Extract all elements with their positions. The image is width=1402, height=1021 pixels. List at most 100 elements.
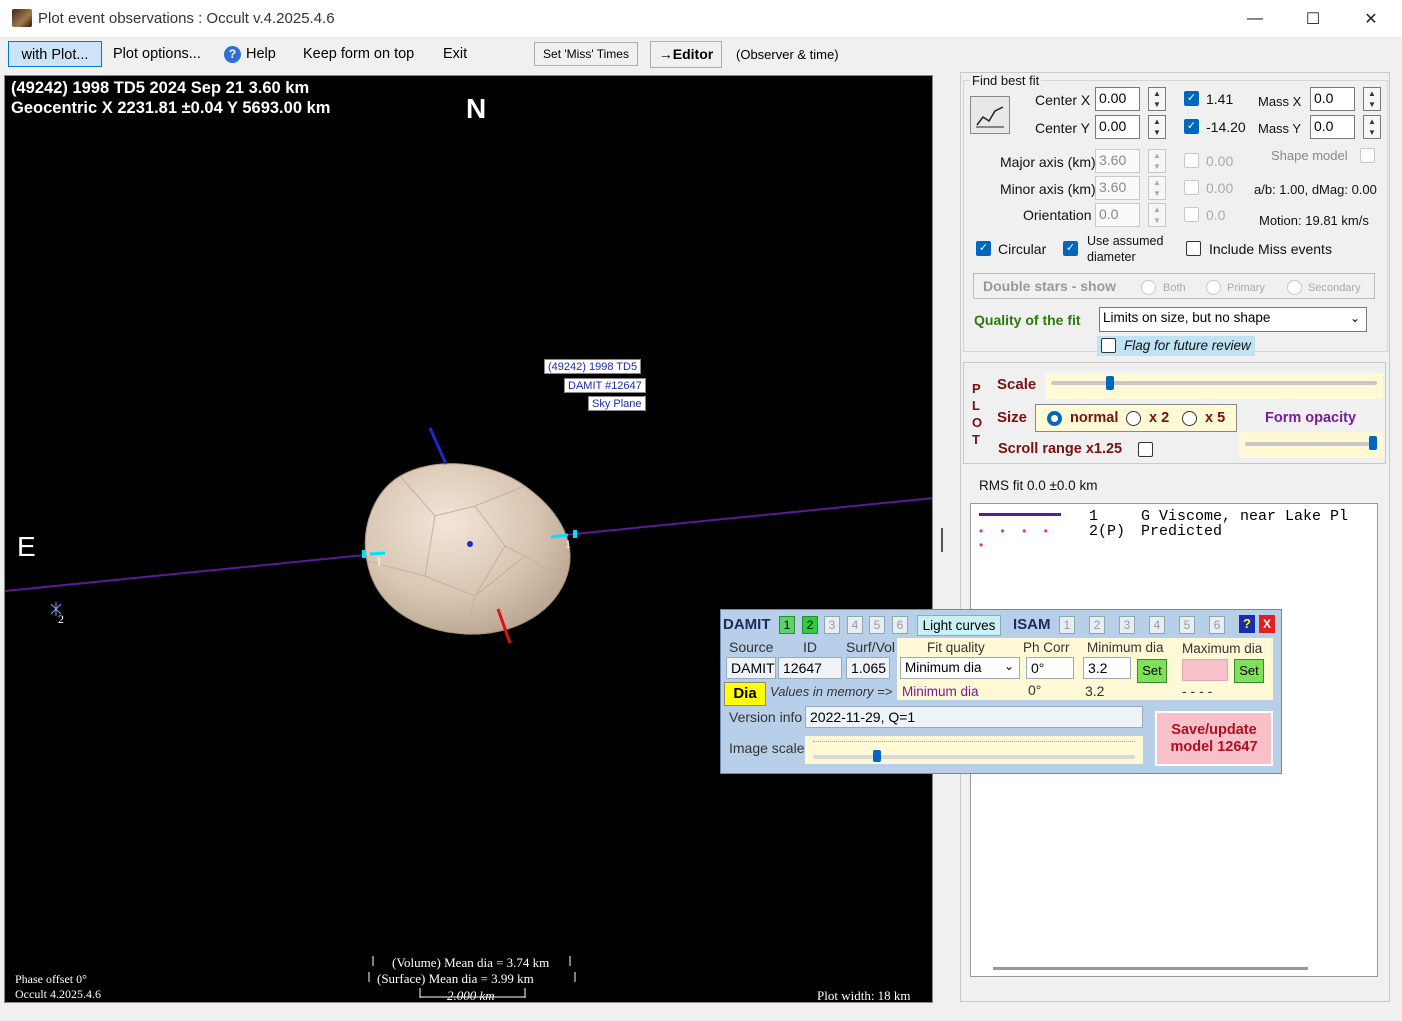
damit-model-2-button[interactable]: 2 bbox=[802, 616, 818, 634]
editor-button[interactable]: →Editor bbox=[650, 41, 722, 68]
damit-model-5-button[interactable]: 5 bbox=[869, 616, 885, 634]
damit-model-6-button[interactable]: 6 bbox=[892, 616, 908, 634]
mass-y-field[interactable]: 0.0 bbox=[1310, 115, 1355, 139]
mass-x-spinner[interactable]: ▲ ▼ bbox=[1363, 87, 1381, 111]
min-dia-header: Minimum dia bbox=[1087, 640, 1164, 655]
mass-y-spinner[interactable]: ▲ ▼ bbox=[1363, 115, 1381, 139]
plot-side-letter-p: P bbox=[972, 381, 981, 396]
min-dia-field[interactable]: 3.2 bbox=[1083, 657, 1131, 679]
secondary-label: Secondary bbox=[1308, 282, 1361, 294]
shape-model-checkbox[interactable] bbox=[1360, 148, 1375, 163]
light-curves-button[interactable]: Light curves bbox=[917, 615, 1001, 636]
orientation-checkbox[interactable] bbox=[1184, 207, 1199, 222]
circular-checkbox[interactable]: ✓ bbox=[976, 241, 991, 256]
scale-slider-thumb[interactable] bbox=[1105, 376, 1114, 390]
menu-exit[interactable]: Exit bbox=[437, 41, 473, 67]
image-scale-thumb[interactable] bbox=[873, 750, 881, 762]
damit-model-4-button[interactable]: 4 bbox=[847, 616, 863, 634]
isam-model-5-button[interactable]: 5 bbox=[1179, 616, 1195, 634]
save-update-model-button[interactable]: Save/update model 12647 bbox=[1155, 711, 1273, 766]
scale-bar-label: 2.000 km bbox=[447, 988, 495, 1003]
set-miss-times-button[interactable]: Set 'Miss' Times bbox=[534, 42, 638, 66]
menu-with-plot[interactable]: with Plot... bbox=[8, 41, 102, 67]
center-x-field[interactable]: 0.00 bbox=[1095, 87, 1140, 111]
plot-side-letter-o: O bbox=[972, 415, 983, 430]
major-axis-field[interactable]: 3.60 bbox=[1095, 149, 1140, 173]
surfvol-field: 1.065 bbox=[846, 657, 890, 679]
isam-model-2-button[interactable]: 2 bbox=[1089, 616, 1105, 634]
phase-offset: Phase offset 0° bbox=[15, 972, 87, 986]
center-y-checkbox[interactable]: ✓ bbox=[1184, 119, 1199, 134]
damit-close-button[interactable]: X bbox=[1259, 615, 1275, 633]
menu-help[interactable]: Help bbox=[240, 41, 282, 67]
secondary-radio[interactable] bbox=[1287, 280, 1302, 295]
size-x5-radio[interactable] bbox=[1182, 411, 1197, 426]
flag-review-checkbox[interactable] bbox=[1101, 338, 1116, 353]
plot-canvas[interactable]: (49242) 1998 TD5 2024 Sep 21 3.60 km Geo… bbox=[4, 75, 933, 1003]
damit-panel: DAMIT 1 2 3 4 5 6 Light curves ISAM 1 2 … bbox=[720, 609, 1282, 774]
orientation-spinner[interactable]: ▲ ▼ bbox=[1148, 203, 1166, 227]
memory-fit-quality: Minimum dia bbox=[902, 684, 979, 699]
quality-select[interactable]: Limits on size, but no shape ⌄ bbox=[1099, 307, 1367, 332]
center-x-fit-value: 1.41 bbox=[1206, 91, 1234, 107]
menu-plot-options[interactable]: Plot options... bbox=[107, 41, 207, 67]
menu-keep-on-top[interactable]: Keep form on top bbox=[297, 41, 420, 67]
isam-model-4-button[interactable]: 4 bbox=[1149, 616, 1165, 634]
major-axis-checkbox[interactable] bbox=[1184, 153, 1199, 168]
image-scale-slider[interactable] bbox=[805, 736, 1143, 764]
min-dia-set-button[interactable]: Set bbox=[1137, 659, 1167, 683]
legend-hscrollbar[interactable] bbox=[993, 967, 1308, 970]
minor-axis-field[interactable]: 3.60 bbox=[1095, 176, 1140, 200]
max-dia-set-button[interactable]: Set bbox=[1234, 659, 1264, 683]
memory-max-dia: - - - - bbox=[1182, 683, 1213, 699]
mass-x-field[interactable]: 0.0 bbox=[1310, 87, 1355, 111]
splitter-handle[interactable] bbox=[941, 528, 943, 552]
center-x-checkbox[interactable]: ✓ bbox=[1184, 91, 1199, 106]
scroll-range-checkbox[interactable] bbox=[1138, 442, 1153, 457]
version-info-field: 2022-11-29, Q=1 bbox=[805, 706, 1143, 728]
observer-time-label[interactable]: (Observer & time) bbox=[736, 47, 839, 62]
include-miss-checkbox[interactable] bbox=[1186, 241, 1201, 256]
maximize-button[interactable]: ☐ bbox=[1284, 0, 1342, 38]
center-y-spinner[interactable]: ▲ ▼ bbox=[1148, 115, 1166, 139]
minimize-button[interactable]: — bbox=[1226, 0, 1284, 38]
size-normal-radio[interactable] bbox=[1047, 411, 1062, 426]
plot-side-label: P L O T bbox=[972, 380, 982, 448]
primary-radio[interactable] bbox=[1206, 280, 1221, 295]
damit-help-button[interactable]: ? bbox=[1239, 615, 1255, 633]
window-title: Plot event observations : Occult v.4.202… bbox=[38, 10, 335, 27]
fit-quality-select[interactable]: Minimum dia ⌄ bbox=[900, 657, 1020, 679]
isam-model-3-button[interactable]: 3 bbox=[1119, 616, 1135, 634]
size-x2-radio[interactable] bbox=[1126, 411, 1141, 426]
ph-corr-field[interactable]: 0° bbox=[1026, 657, 1074, 679]
use-assumed-checkbox[interactable]: ✓ bbox=[1063, 241, 1078, 256]
minor-axis-checkbox[interactable] bbox=[1184, 180, 1199, 195]
close-button[interactable]: ✕ bbox=[1342, 0, 1400, 38]
both-radio[interactable] bbox=[1141, 280, 1156, 295]
flag-review-label: Flag for future review bbox=[1124, 338, 1251, 353]
fit-chart-button[interactable] bbox=[970, 96, 1010, 134]
isam-model-1-button[interactable]: 1 bbox=[1059, 616, 1075, 634]
center-y-field[interactable]: 0.00 bbox=[1095, 115, 1140, 139]
damit-model-3-button[interactable]: 3 bbox=[824, 616, 840, 634]
center-y-fit-value: -14.20 bbox=[1206, 119, 1246, 135]
plot-header-line1: (49242) 1998 TD5 2024 Sep 21 3.60 km bbox=[11, 79, 310, 97]
major-axis-spinner[interactable]: ▲ ▼ bbox=[1148, 149, 1166, 173]
center-y-label: Center Y bbox=[1035, 120, 1090, 136]
dia-button[interactable]: Dia bbox=[724, 682, 766, 706]
orientation-field[interactable]: 0.0 bbox=[1095, 203, 1140, 227]
damit-model-1-button[interactable]: 1 bbox=[779, 616, 795, 634]
major-axis-fit-value: 0.00 bbox=[1206, 153, 1234, 169]
opacity-slider[interactable] bbox=[1239, 432, 1383, 458]
opacity-slider-thumb[interactable] bbox=[1369, 436, 1378, 450]
line-chart-icon bbox=[976, 106, 1004, 128]
legend-line-dotted: • • • • • bbox=[979, 524, 1055, 552]
ph-corr-header: Ph Corr bbox=[1023, 640, 1070, 655]
scale-slider[interactable] bbox=[1045, 373, 1383, 399]
surface-mean-dia: (Surface) Mean dia = 3.99 km bbox=[377, 971, 534, 986]
isam-model-6-button[interactable]: 6 bbox=[1209, 616, 1225, 634]
max-dia-field[interactable] bbox=[1182, 659, 1228, 681]
minor-axis-spinner[interactable]: ▲ ▼ bbox=[1148, 176, 1166, 200]
center-x-spinner[interactable]: ▲ ▼ bbox=[1148, 87, 1166, 111]
image-scale-label: Image scale bbox=[729, 740, 805, 756]
